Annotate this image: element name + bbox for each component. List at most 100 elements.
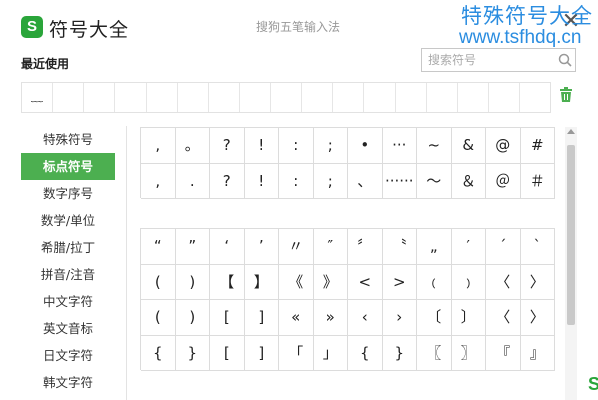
symbol-cell[interactable]: 〈 — [486, 264, 521, 300]
symbol-cell[interactable]: : — [279, 163, 314, 199]
symbol-cell[interactable]: 〉 — [520, 264, 555, 300]
symbol-cell[interactable]: # — [520, 128, 555, 164]
symbol-cell[interactable]: ) — [175, 300, 210, 336]
symbol-cell[interactable]: › — [382, 300, 417, 336]
symbol-cell[interactable]: ‹ — [348, 300, 383, 336]
symbol-cell[interactable]: > — [382, 264, 417, 300]
sidebar-item-0[interactable]: 特殊符号 — [21, 126, 115, 153]
symbol-cell[interactable]: ’ — [244, 229, 279, 265]
symbol-cell[interactable]: } — [382, 335, 417, 371]
recent-symbol-cell[interactable] — [489, 83, 520, 112]
symbol-cell[interactable]: 「 — [279, 335, 314, 371]
symbol-cell[interactable]: [ — [210, 335, 245, 371]
recent-symbol-cell[interactable] — [115, 83, 147, 112]
symbol-cell[interactable]: 」 — [313, 335, 348, 371]
symbol-cell[interactable]: 〉 — [520, 300, 555, 336]
recent-symbol-cell[interactable] — [209, 83, 240, 112]
recent-symbol-cell[interactable] — [427, 83, 458, 112]
symbol-cell[interactable]: ” — [175, 229, 210, 265]
symbol-cell[interactable]: 』 — [520, 335, 555, 371]
trash-icon[interactable] — [559, 87, 573, 103]
symbol-cell[interactable]: 〕 — [451, 300, 486, 336]
symbol-cell[interactable]: ˊ — [486, 229, 521, 265]
symbol-cell[interactable]: ＃ — [520, 163, 555, 199]
symbol-cell[interactable]: ～ — [417, 163, 452, 199]
symbol-cell[interactable]: « — [279, 300, 314, 336]
symbol-cell[interactable]: ＆ — [451, 163, 486, 199]
symbol-cell[interactable]: , — [141, 128, 176, 164]
symbol-cell[interactable]: ˋ — [520, 229, 555, 265]
symbol-cell[interactable]: , — [141, 163, 176, 199]
symbol-cell[interactable]: 〔 — [417, 300, 452, 336]
recent-symbol-cell[interactable] — [53, 83, 85, 112]
symbol-cell[interactable]: & — [451, 128, 486, 164]
scroll-up-arrow-icon[interactable] — [567, 129, 575, 134]
recent-symbol-cell[interactable] — [84, 83, 116, 112]
symbol-cell[interactable]: ! — [244, 128, 279, 164]
symbol-cell[interactable]: } — [175, 335, 210, 371]
symbol-cell[interactable]: ? — [210, 163, 245, 199]
recent-symbol-cell[interactable]: ﹏ — [22, 83, 54, 112]
symbol-cell[interactable]: 『 — [486, 335, 521, 371]
symbol-cell[interactable]: ﹙ — [417, 264, 452, 300]
symbol-cell[interactable]: { — [141, 335, 176, 371]
recent-symbol-cell[interactable] — [458, 83, 489, 112]
symbol-cell[interactable]: 【 — [210, 264, 245, 300]
symbol-cell[interactable]: . — [175, 163, 210, 199]
sidebar-item-1[interactable]: 标点符号 — [21, 153, 115, 180]
symbol-cell[interactable]: ! — [244, 163, 279, 199]
symbol-cell[interactable]: • — [348, 128, 383, 164]
recent-symbol-cell[interactable] — [271, 83, 303, 112]
recent-symbol-cell[interactable] — [396, 83, 427, 112]
recent-symbol-cell[interactable] — [147, 83, 178, 112]
sidebar-item-6[interactable]: 中文字符 — [21, 288, 115, 315]
scroll-thumb[interactable] — [567, 145, 575, 325]
symbol-cell[interactable]: ~ — [417, 128, 452, 164]
symbol-cell[interactable]: 。 — [175, 128, 210, 164]
symbol-cell[interactable]: ( — [141, 264, 176, 300]
sidebar-item-3[interactable]: 数学/单位 — [21, 207, 115, 234]
scrollbar[interactable] — [565, 127, 577, 400]
symbol-cell[interactable]: „ — [417, 229, 452, 265]
symbol-cell[interactable]: ″ — [313, 229, 348, 265]
symbol-cell[interactable]: “ — [141, 229, 176, 265]
sidebar-item-4[interactable]: 希腊/拉丁 — [21, 234, 115, 261]
symbol-cell[interactable]: 》 — [313, 264, 348, 300]
symbol-cell[interactable]: 〃 — [279, 229, 314, 265]
symbol-cell[interactable]: ··· — [382, 128, 417, 164]
sidebar-item-7[interactable]: 英文音标 — [21, 315, 115, 342]
symbol-cell[interactable]: 〈 — [486, 300, 521, 336]
search-box[interactable] — [421, 48, 576, 72]
symbol-cell[interactable]: ) — [175, 264, 210, 300]
symbol-cell[interactable]: 、 — [348, 163, 383, 199]
recent-symbol-cell[interactable] — [333, 83, 365, 112]
symbol-cell[interactable]: ] — [244, 300, 279, 336]
search-icon[interactable] — [558, 53, 572, 67]
symbol-cell[interactable]: ······ — [382, 163, 417, 199]
symbol-cell[interactable]: 〖 — [417, 335, 452, 371]
symbol-cell[interactable]: 《 — [279, 264, 314, 300]
recent-symbol-cell[interactable] — [302, 83, 334, 112]
symbol-cell[interactable]: ] — [244, 335, 279, 371]
sidebar-item-9[interactable]: 韩文字符 — [21, 369, 115, 396]
recent-symbol-cell[interactable] — [364, 83, 396, 112]
symbol-cell[interactable]: : — [279, 128, 314, 164]
symbol-cell[interactable]: ? — [210, 128, 245, 164]
symbol-cell[interactable]: ﹚ — [451, 264, 486, 300]
recent-symbol-cell[interactable] — [520, 83, 550, 112]
symbol-cell[interactable]: ; — [313, 163, 348, 199]
recent-symbol-cell[interactable] — [178, 83, 209, 112]
symbol-cell[interactable]: ; — [313, 128, 348, 164]
recent-symbol-cell[interactable] — [240, 83, 271, 112]
symbol-cell[interactable]: { — [348, 335, 383, 371]
sidebar-item-8[interactable]: 日文字符 — [21, 342, 115, 369]
symbol-cell[interactable]: 】 — [244, 264, 279, 300]
symbol-cell[interactable]: < — [348, 264, 383, 300]
symbol-cell[interactable]: 〝 — [382, 229, 417, 265]
symbol-cell[interactable]: » — [313, 300, 348, 336]
symbol-cell[interactable]: ＠ — [486, 163, 521, 199]
symbol-cell[interactable]: ‘ — [210, 229, 245, 265]
search-input[interactable] — [428, 52, 548, 68]
symbol-cell[interactable]: ( — [141, 300, 176, 336]
symbol-cell[interactable]: ′ — [451, 229, 486, 265]
